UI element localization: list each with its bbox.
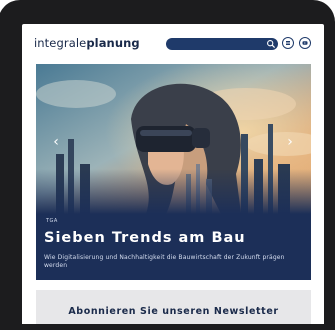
tablet-frame: integraleplanung ‹ › TGA Sieben Trends a… — [0, 0, 335, 330]
chevron-left-icon[interactable]: ‹ — [50, 134, 62, 150]
logo-text-regular: integrale — [34, 36, 87, 50]
hero-subtitle: Wie Digitalisierung und Nachhaltigkeit d… — [44, 254, 285, 269]
menu-icon — [286, 41, 290, 45]
play-icon — [302, 41, 308, 45]
screen: integraleplanung ‹ › TGA Sieben Trends a… — [22, 24, 324, 324]
hero-title[interactable]: Sieben Trends am Bau — [44, 230, 246, 246]
site-header: integraleplanung — [22, 24, 324, 64]
site-logo[interactable]: integraleplanung — [34, 36, 140, 50]
hero-image — [36, 64, 311, 214]
chevron-right-icon[interactable]: › — [284, 134, 296, 150]
newsletter-banner[interactable]: Abonnieren Sie unseren Newsletter — [36, 290, 311, 324]
search-icon[interactable] — [266, 39, 276, 49]
media-button[interactable] — [299, 37, 311, 49]
newsletter-title: Abonnieren Sie unseren Newsletter — [68, 306, 279, 317]
logo-text-bold: planung — [86, 36, 140, 50]
hero-teaser[interactable]: ‹ › TGA Sieben Trends am Bau Wie Digital… — [36, 64, 311, 280]
menu-button[interactable] — [282, 37, 294, 49]
category-tag[interactable]: TGA — [46, 218, 58, 224]
search-input[interactable] — [166, 38, 278, 50]
